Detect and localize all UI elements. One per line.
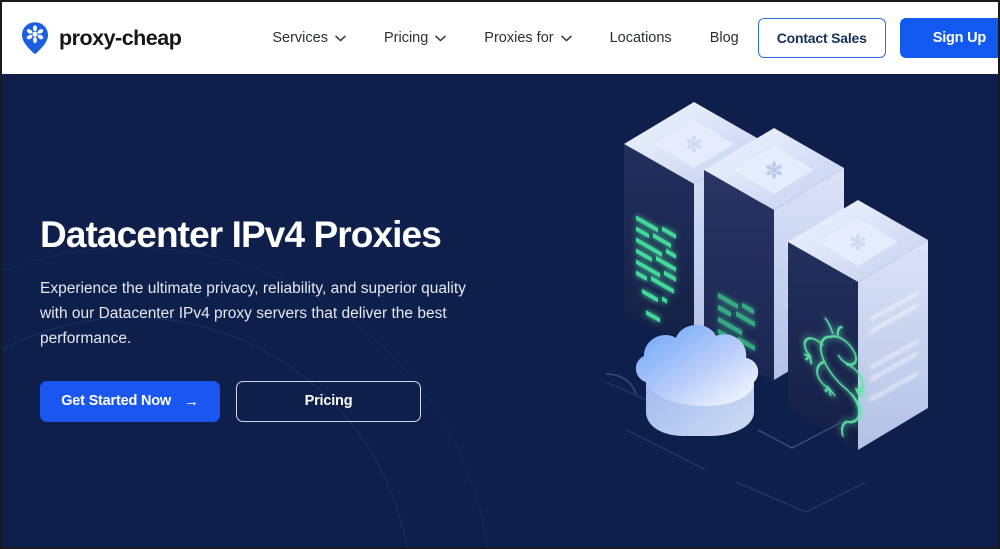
isometric-datacenter-servers-cloud-icon [606, 102, 928, 513]
nav-label: Services [272, 30, 328, 46]
hero-section: Datacenter IPv4 Proxies Experience the u… [2, 74, 998, 547]
chevron-down-icon [335, 35, 346, 41]
nav-item-pricing[interactable]: Pricing [365, 22, 465, 54]
hero-subtitle: Experience the ultimate privacy, reliabi… [40, 279, 466, 347]
nav-item-services[interactable]: Services [253, 22, 365, 54]
server-rack-right [788, 200, 928, 450]
hero-copy: Datacenter IPv4 Proxies Experience the u… [40, 214, 520, 422]
hero-cta-group: Get Started Now → Pricing [40, 380, 520, 422]
page-title: Datacenter IPv4 Proxies [40, 214, 442, 255]
chevron-down-icon [435, 35, 447, 41]
nav-label: Blog [709, 30, 739, 46]
page-root: proxy-cheap Services Pricing Proxies for [0, 0, 1000, 549]
contact-sales-button[interactable]: Contact Sales [757, 18, 886, 58]
site-header: proxy-cheap Services Pricing Proxies for [2, 2, 998, 74]
main-navigation: Services Pricing Proxies for Locations B… [253, 22, 757, 54]
nav-item-blog[interactable]: Blog [691, 22, 758, 54]
brand-name: proxy-cheap [59, 25, 182, 50]
brand-logo[interactable]: proxy-cheap [20, 21, 182, 55]
nav-label: Locations [609, 30, 672, 46]
get-started-button[interactable]: Get Started Now → [40, 380, 220, 422]
pricing-button[interactable]: Pricing [236, 380, 421, 422]
cloud [635, 324, 759, 436]
hero-illustration [606, 82, 946, 522]
arrow-right-icon: → [183, 392, 199, 410]
sign-up-button[interactable]: Sign Up [899, 18, 998, 58]
nav-item-proxies-for[interactable]: Proxies for [465, 22, 590, 54]
nav-label: Proxies for [484, 30, 554, 46]
get-started-label: Get Started Now [61, 393, 171, 410]
chevron-down-icon [560, 35, 572, 41]
proxy-cheap-pin-logo-icon [22, 22, 48, 54]
nav-label: Pricing [383, 30, 429, 46]
nav-item-locations[interactable]: Locations [591, 22, 691, 54]
header-actions: Contact Sales Sign Up [757, 18, 998, 58]
